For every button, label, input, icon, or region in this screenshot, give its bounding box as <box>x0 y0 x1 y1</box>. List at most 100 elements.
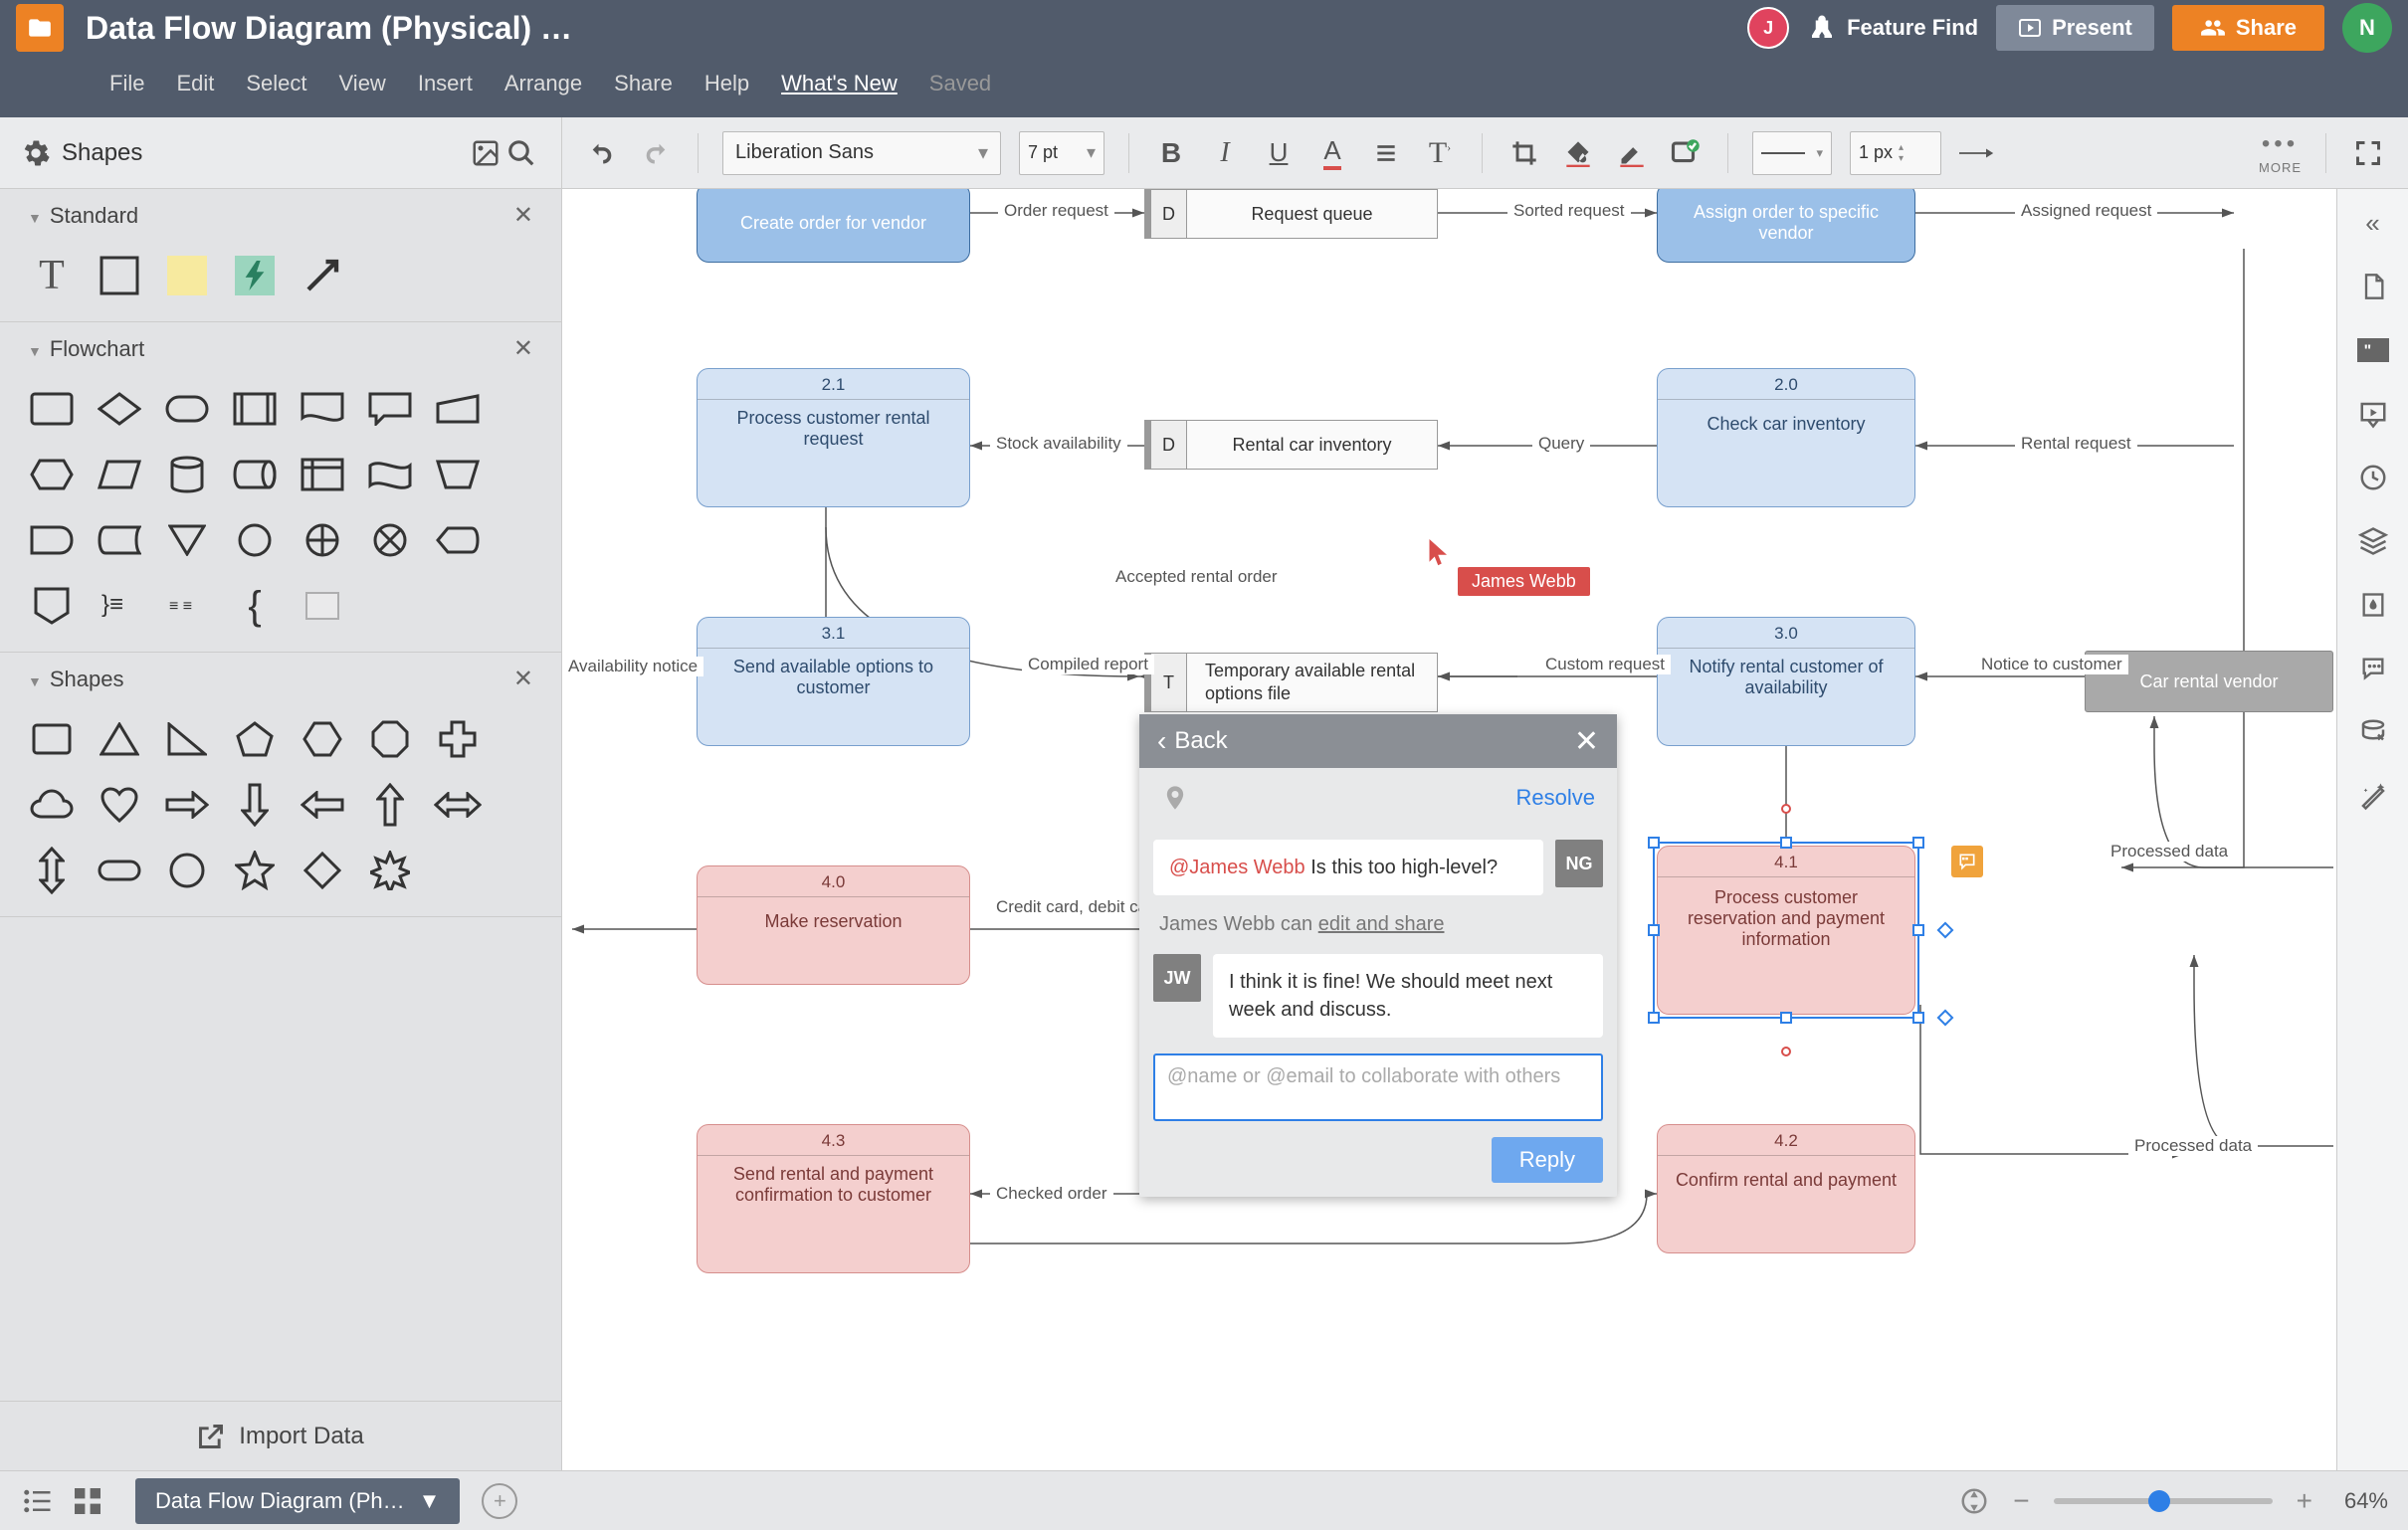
display-shape[interactable] <box>434 516 482 564</box>
grid-view-icon[interactable] <box>70 1483 105 1519</box>
rectangle-shape[interactable] <box>96 252 143 299</box>
merge-shape[interactable] <box>163 516 211 564</box>
page-tab[interactable]: Data Flow Diagram (Ph… ▼ <box>135 1478 460 1524</box>
user-avatar[interactable]: N <box>2342 3 2392 53</box>
location-pin-icon[interactable] <box>1161 782 1189 814</box>
collaborator-avatar[interactable]: J <box>1747 7 1789 49</box>
collapse-rail-icon[interactable]: « <box>2355 205 2391 241</box>
crop-icon[interactable] <box>1506 135 1542 171</box>
star-shape[interactable] <box>231 847 279 894</box>
comment-indicator-icon[interactable] <box>1951 846 1983 877</box>
square-shape[interactable] <box>28 715 76 763</box>
summing-shape[interactable] <box>366 516 414 564</box>
redo-icon[interactable] <box>638 135 674 171</box>
node-3-1[interactable]: 3.1 Send available options to customer <box>697 617 970 746</box>
direct-data-shape[interactable] <box>231 451 279 498</box>
offpage-shape[interactable] <box>28 582 76 630</box>
node-assign-order[interactable]: Assign order to specific vendor <box>1657 189 1915 263</box>
import-data-button[interactable]: Import Data <box>0 1401 561 1470</box>
connector-shape[interactable] <box>231 516 279 564</box>
target-icon[interactable] <box>1959 1486 1989 1516</box>
fullscreen-icon[interactable] <box>2350 135 2386 171</box>
history-icon[interactable] <box>2355 460 2391 495</box>
pill-shape[interactable] <box>96 847 143 894</box>
resolve-button[interactable]: Resolve <box>1516 785 1595 811</box>
chevron-down-icon[interactable]: ▼ <box>419 1488 441 1514</box>
undo-icon[interactable] <box>584 135 620 171</box>
menu-edit[interactable]: Edit <box>176 71 214 96</box>
paper-tape-shape[interactable] <box>366 451 414 498</box>
decision-shape[interactable] <box>96 385 143 433</box>
document-title[interactable]: Data Flow Diagram (Physical) … <box>86 10 1747 47</box>
more-button[interactable]: ••• MORE <box>2259 130 2302 175</box>
data-store-queue[interactable]: D Request queue <box>1144 189 1438 239</box>
line-style-select[interactable]: ▾ <box>1752 131 1832 175</box>
right-arrow-shape[interactable] <box>163 781 211 829</box>
font-size-select[interactable]: 7 pt▾ <box>1019 131 1104 175</box>
node-create-order[interactable]: Create order for vendor <box>697 189 970 263</box>
process-shape[interactable] <box>28 385 76 433</box>
border-color-icon[interactable] <box>1614 135 1650 171</box>
callout-shape[interactable] <box>366 385 414 433</box>
menu-select[interactable]: Select <box>246 71 306 96</box>
poly-star-shape[interactable] <box>366 847 414 894</box>
font-select[interactable]: Liberation Sans▾ <box>722 131 1001 175</box>
or-shape[interactable] <box>299 516 346 564</box>
delay-shape[interactable] <box>28 516 76 564</box>
node-4-2[interactable]: 4.2 Confirm rental and payment <box>1657 1124 1915 1253</box>
internal-storage-shape[interactable] <box>299 451 346 498</box>
preparation-shape[interactable] <box>28 451 76 498</box>
node-2-0[interactable]: 2.0 Check car inventory <box>1657 368 1915 507</box>
text-color-icon[interactable]: A <box>1314 135 1350 171</box>
triangle-shape[interactable] <box>96 715 143 763</box>
ud-arrow-shape[interactable] <box>28 847 76 894</box>
node-4-1[interactable]: 4.1 Process customer reservation and pay… <box>1657 846 1915 1015</box>
present-button[interactable]: Present <box>1996 5 2154 51</box>
note-shape[interactable]: ≡ ≡ <box>163 582 211 630</box>
sticky-shape[interactable] <box>163 252 211 299</box>
page-icon[interactable] <box>2355 269 2391 304</box>
cross-shape[interactable] <box>434 715 482 763</box>
zoom-out-button[interactable]: − <box>2005 1485 2037 1517</box>
add-page-button[interactable]: + <box>482 1483 517 1519</box>
arrow-style-icon[interactable] <box>1959 135 1995 171</box>
node-3-0[interactable]: 3.0 Notify rental customer of availabili… <box>1657 617 1915 746</box>
align-icon[interactable] <box>1368 135 1404 171</box>
quote-icon[interactable]: " <box>2355 332 2391 368</box>
reply-button[interactable]: Reply <box>1492 1137 1603 1183</box>
magic-icon[interactable] <box>2355 778 2391 814</box>
zoom-slider[interactable] <box>2054 1498 2273 1504</box>
manual-op-shape[interactable] <box>434 451 482 498</box>
close-icon[interactable]: ✕ <box>513 201 533 230</box>
drop-icon[interactable] <box>2355 587 2391 623</box>
layers-icon[interactable] <box>2355 523 2391 559</box>
data-store-inventory[interactable]: D Rental car inventory <box>1144 420 1438 470</box>
node-4-0[interactable]: 4.0 Make reservation <box>697 865 970 985</box>
node-2-1[interactable]: 2.1 Process customer rental request <box>697 368 970 507</box>
pentagon-shape[interactable] <box>231 715 279 763</box>
feature-find-button[interactable]: Feature Find <box>1807 13 1978 43</box>
menu-arrange[interactable]: Arrange <box>504 71 582 96</box>
flowchart-section-header[interactable]: ▼Flowchart ✕ <box>0 322 561 375</box>
canvas[interactable]: Create order for vendor D Request queue … <box>562 189 2336 1470</box>
hexagon-shape[interactable] <box>299 715 346 763</box>
left-arrow-shape[interactable] <box>299 781 346 829</box>
card-shape[interactable] <box>299 582 346 630</box>
zoom-level[interactable]: 64% <box>2344 1488 2388 1514</box>
shape-style-icon[interactable] <box>1668 135 1704 171</box>
comment-back-button[interactable]: ‹ Back <box>1157 725 1228 757</box>
zoom-in-button[interactable]: + <box>2289 1485 2320 1517</box>
up-arrow-shape[interactable] <box>366 781 414 829</box>
shapes-section-header[interactable]: ▼Shapes ✕ <box>0 653 561 705</box>
bold-icon[interactable]: B <box>1153 135 1189 171</box>
heart-shape[interactable] <box>96 781 143 829</box>
diamond-shape[interactable] <box>299 847 346 894</box>
outline-view-icon[interactable] <box>20 1483 56 1519</box>
italic-icon[interactable]: I <box>1207 135 1243 171</box>
text-icon[interactable]: T› <box>1422 135 1458 171</box>
menu-insert[interactable]: Insert <box>418 71 473 96</box>
standard-section-header[interactable]: ▼Standard ✕ <box>0 189 561 242</box>
brace-shape[interactable]: }≡ <box>96 582 143 630</box>
presentation-icon[interactable] <box>2355 396 2391 432</box>
underline-icon[interactable]: U <box>1261 135 1297 171</box>
